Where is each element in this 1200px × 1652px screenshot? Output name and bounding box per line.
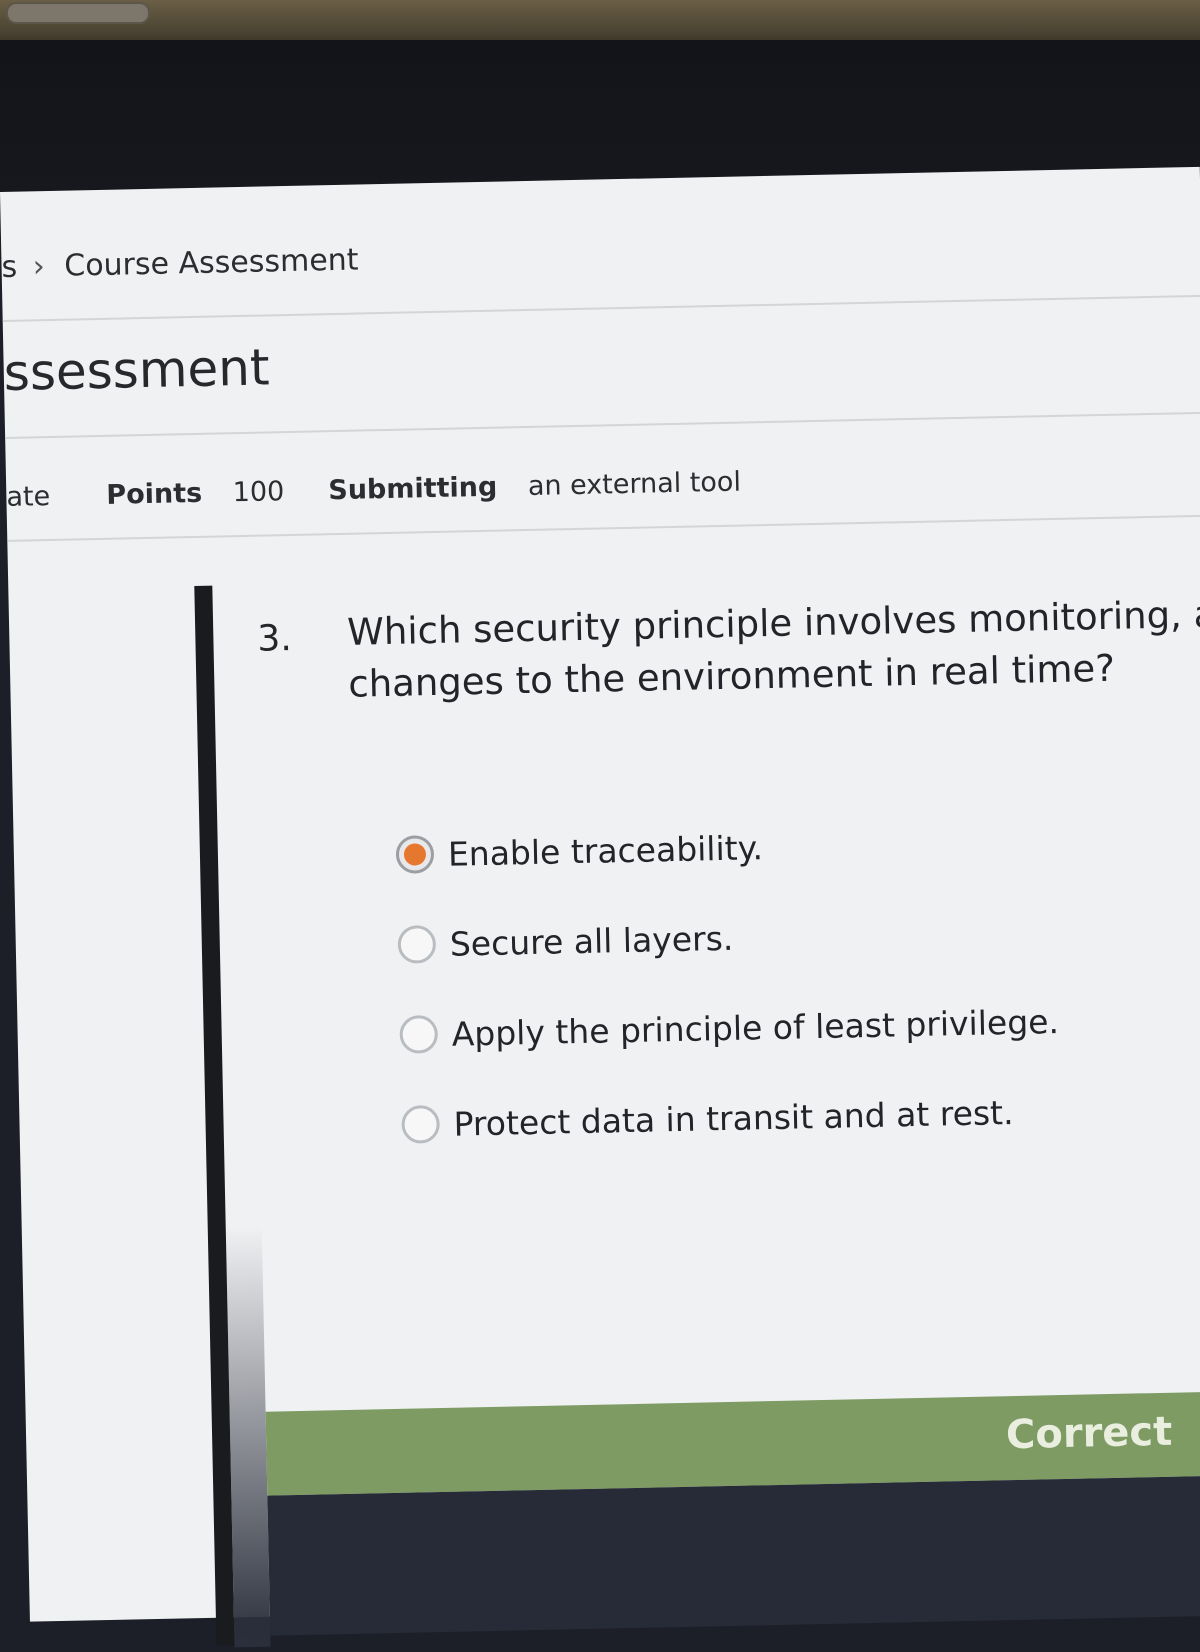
question-number: 3. (256, 617, 293, 660)
submitting-label: Submitting (328, 471, 498, 507)
answer-label: Apply the principle of least privilege. (451, 1001, 1060, 1054)
divider (7, 514, 1200, 542)
radio-icon[interactable] (397, 925, 437, 964)
radio-icon[interactable] (401, 1105, 441, 1144)
page-title: ssessment (3, 338, 271, 402)
result-label: Correct (1005, 1408, 1173, 1459)
lower-shadow (267, 1475, 1200, 1636)
answer-label: Secure all layers. (449, 918, 734, 964)
submitting-value: an external tool (527, 466, 742, 503)
lms-page: s › Course Assessment ssessment ate Poin… (0, 166, 1200, 1648)
answer-label: Enable traceability. (447, 827, 764, 874)
points-label: Points (106, 477, 203, 511)
radio-icon[interactable] (399, 1015, 439, 1054)
divider (2, 294, 1200, 322)
bezel-indicator (6, 2, 150, 24)
breadcrumb: s › Course Assessment (1, 243, 359, 285)
answer-option[interactable]: Secure all layers. (397, 915, 734, 968)
answer-label: Protect data in transit and at rest. (453, 1092, 1014, 1144)
breadcrumb-separator-icon: › (32, 249, 46, 285)
question-text: Which security principle involves monito… (347, 588, 1200, 710)
answer-option[interactable]: Protect data in transit and at rest. (401, 1089, 1014, 1148)
answer-option[interactable]: Enable traceability. (395, 824, 763, 878)
breadcrumb-prefix[interactable]: s (1, 250, 17, 285)
submitting-info: Submitting an external tool (328, 467, 741, 507)
answer-option[interactable]: Apply the principle of least privilege. (399, 998, 1059, 1058)
due-label: ate (6, 481, 50, 513)
question-accent-bar (194, 585, 235, 1646)
points-info: Points 100 (106, 476, 285, 511)
radio-selected-icon[interactable] (395, 835, 435, 874)
due-fragment: ate (6, 481, 51, 513)
points-value: 100 (232, 476, 285, 509)
divider (5, 411, 1200, 439)
breadcrumb-current[interactable]: Course Assessment (64, 243, 359, 284)
shadow-overlay (225, 1226, 271, 1648)
